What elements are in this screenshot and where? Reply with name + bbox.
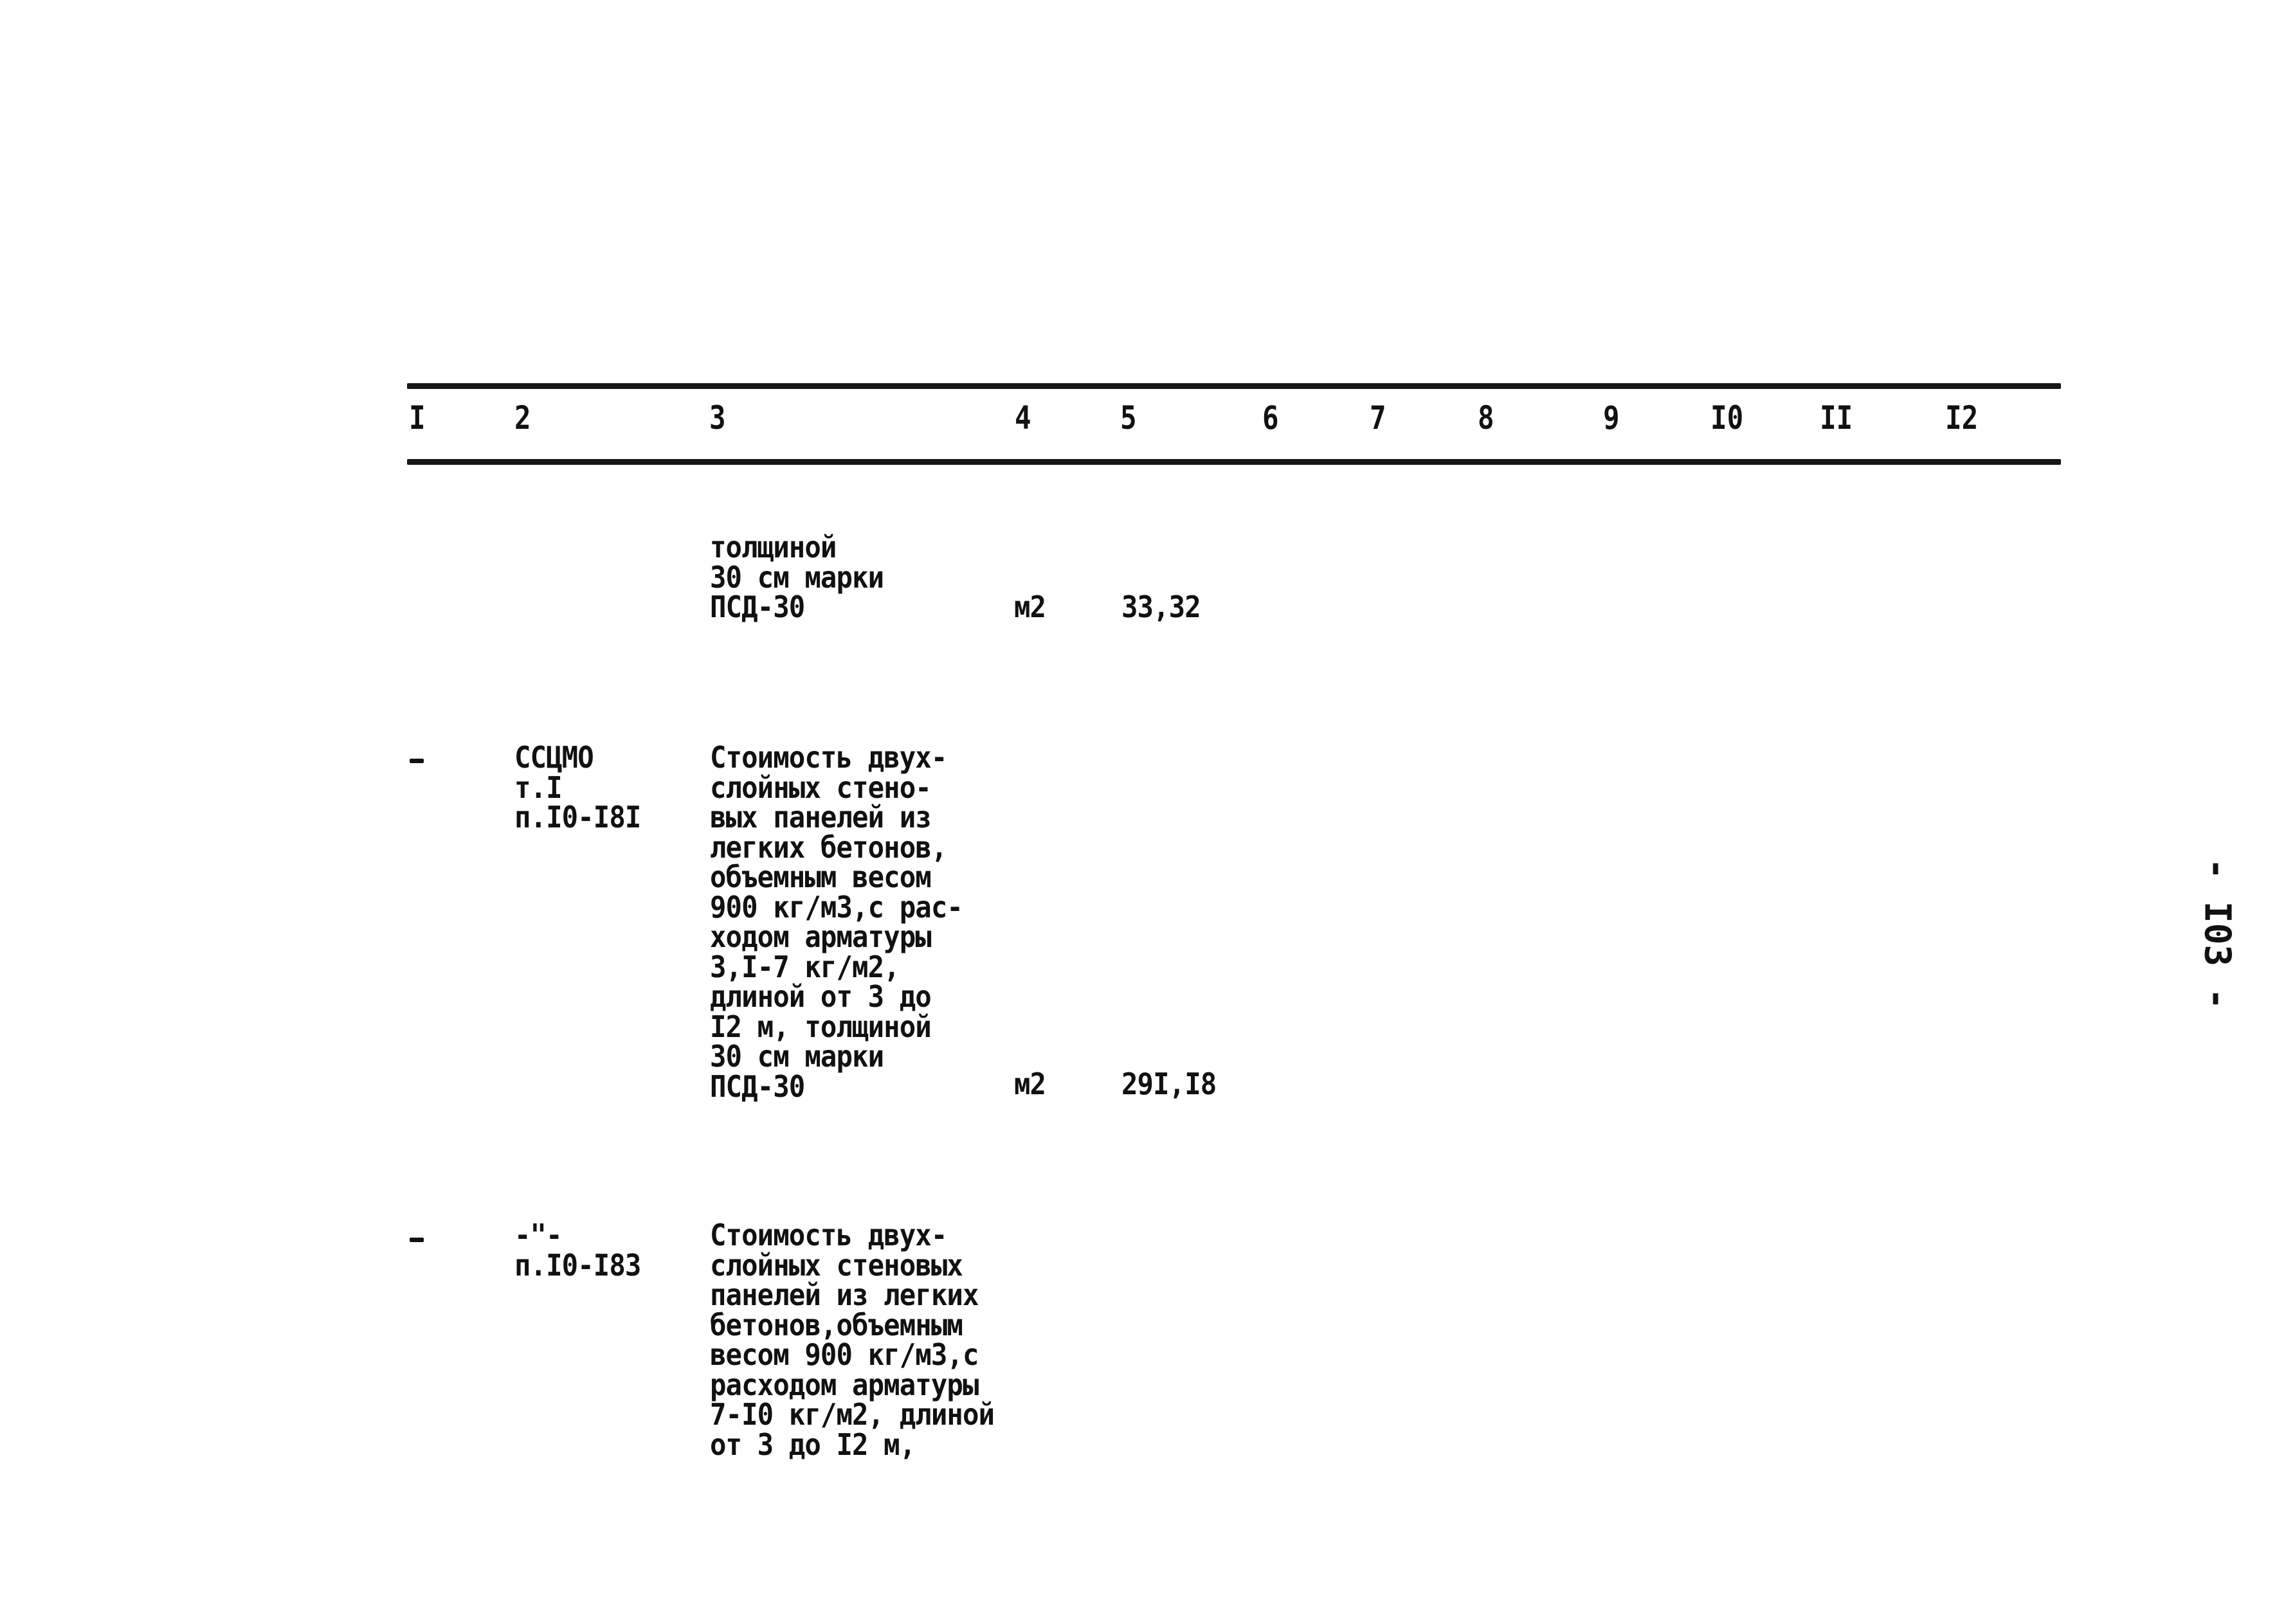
row-dash-marker bbox=[410, 1238, 424, 1242]
row-unit: м2 bbox=[1014, 1067, 1046, 1101]
page-number: - I03 - bbox=[2196, 858, 2238, 1010]
column-number-12: I2 bbox=[1945, 399, 1979, 437]
column-number-10: I0 bbox=[1710, 399, 1744, 437]
column-number-6: 6 bbox=[1262, 399, 1279, 437]
table-header-top-rule bbox=[407, 383, 2061, 389]
column-number-2: 2 bbox=[514, 399, 531, 437]
column-number-4: 4 bbox=[1015, 399, 1031, 437]
column-number-1: I bbox=[409, 399, 426, 437]
row-description: Стоимость двух- слойных стеновых панелей… bbox=[710, 1218, 995, 1462]
row-value: 33,32 bbox=[1121, 590, 1201, 624]
column-number-3: 3 bbox=[709, 399, 726, 437]
row-reference: ССЦМО т.I п.I0-I8I bbox=[514, 740, 641, 835]
column-number-5: 5 bbox=[1120, 399, 1137, 437]
row-unit: м2 bbox=[1014, 590, 1046, 624]
row-description: толщиной 30 см марки ПСД-30 bbox=[710, 530, 884, 624]
row-reference: -"- п.I0-I83 bbox=[514, 1218, 641, 1283]
column-number-9: 9 bbox=[1603, 399, 1620, 437]
column-number-7: 7 bbox=[1370, 399, 1386, 437]
column-number-8: 8 bbox=[1478, 399, 1494, 437]
row-description: Стоимость двух- слойных стено- вых панел… bbox=[710, 740, 963, 1104]
table-header-bottom-rule bbox=[407, 459, 2061, 465]
row-dash-marker bbox=[410, 759, 424, 763]
column-number-11: II bbox=[1820, 399, 1853, 437]
row-value: 29I,I8 bbox=[1121, 1067, 1217, 1101]
